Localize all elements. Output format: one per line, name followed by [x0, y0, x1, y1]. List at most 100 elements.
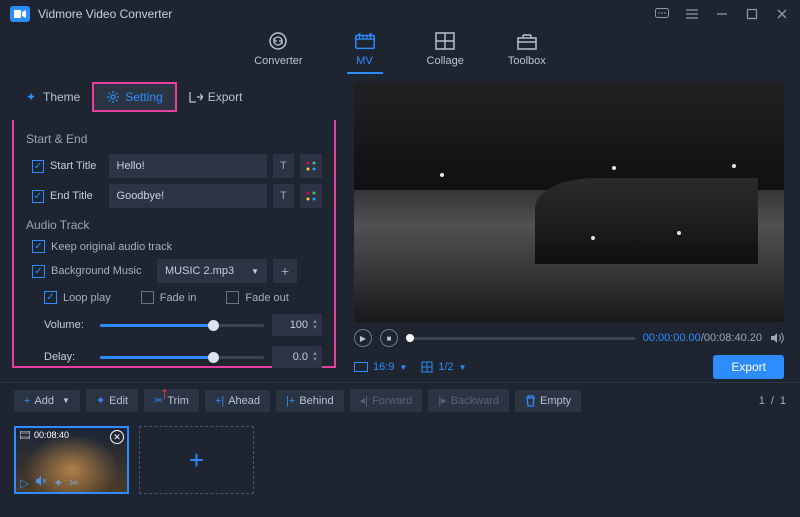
keep-original-label: Keep original audio track — [51, 241, 172, 253]
volume-icon[interactable] — [770, 332, 784, 344]
clip-toolbar: +Add▼ ✦Edit ✂Trim +|Ahead |+Behind ◂|For… — [0, 382, 800, 418]
start-title-input[interactable] — [109, 154, 267, 178]
add-music-button[interactable]: + — [273, 259, 297, 283]
timeline: 00:08:40 ✕ ▷ ✦ ✂ + — [0, 418, 800, 502]
tab-mv[interactable]: MV — [347, 30, 383, 74]
tab-converter[interactable]: Converter — [254, 30, 302, 74]
play-button[interactable]: ▶ — [354, 329, 372, 347]
clip-play-icon[interactable]: ▷ — [20, 476, 29, 490]
preview-pane: ▶ ■ 00:00:00.00/00:08:40.20 16:9▼ 1/2▼ E… — [350, 82, 800, 382]
loop-label: Loop play — [63, 292, 111, 304]
bg-music-label: Background Music — [51, 265, 151, 277]
bg-music-value: MUSIC 2.mp3 — [165, 265, 234, 277]
fadeout-checkbox[interactable] — [226, 291, 239, 304]
subtab-theme-label: Theme — [43, 90, 80, 104]
format-bar: 16:9▼ 1/2▼ Export — [354, 352, 784, 382]
tab-collage[interactable]: Collage — [427, 30, 464, 74]
page-dropdown[interactable]: 1/2▼ — [421, 361, 466, 373]
menu-icon[interactable] — [684, 6, 700, 22]
add-button[interactable]: +Add▼ — [14, 390, 80, 412]
backward-button[interactable]: |▸Backward — [428, 389, 509, 412]
tab-collage-label: Collage — [427, 55, 464, 67]
start-end-heading: Start & End — [26, 132, 322, 146]
wand-icon: ✦ — [96, 394, 105, 407]
playback-bar: ▶ ■ 00:00:00.00/00:08:40.20 — [354, 326, 784, 350]
page-value: 1/2 — [438, 361, 453, 373]
clip-effect-icon[interactable]: ✦ — [53, 476, 63, 490]
fadeout-label: Fade out — [245, 292, 288, 304]
aspect-value: 16:9 — [373, 361, 394, 373]
remove-clip-button[interactable]: ✕ — [110, 430, 124, 444]
toolbox-icon — [516, 30, 538, 52]
mv-icon — [354, 30, 376, 52]
film-icon — [20, 431, 30, 439]
converter-icon — [267, 30, 289, 52]
annotation-arrow-icon: ↑ — [160, 383, 169, 404]
pager: 1/1 — [759, 395, 786, 407]
subtab-setting-label: Setting — [125, 90, 162, 104]
tab-converter-label: Converter — [254, 55, 302, 67]
settings-panel: ✦ Theme Setting Export Start & End ✓ Sta… — [0, 82, 350, 382]
trash-icon — [525, 395, 536, 407]
ahead-button[interactable]: +|Ahead — [205, 390, 270, 412]
chevron-down-icon: ▼ — [251, 267, 259, 276]
volume-spinner[interactable]: 100▲▼ — [272, 314, 322, 336]
fadein-label: Fade in — [160, 292, 197, 304]
export-button[interactable]: Export — [713, 355, 784, 379]
volume-value: 100 — [290, 319, 308, 331]
minimize-icon[interactable] — [714, 6, 730, 22]
start-title-label: Start Title — [50, 160, 103, 172]
volume-slider[interactable] — [100, 324, 264, 327]
main-tab-row: Converter MV Collage Toolbox — [0, 28, 800, 82]
clip-thumbnail[interactable]: 00:08:40 ✕ ▷ ✦ ✂ — [14, 426, 129, 494]
bg-music-checkbox[interactable]: ✓ — [32, 265, 45, 278]
subtab-setting[interactable]: Setting — [92, 82, 176, 112]
empty-button[interactable]: Empty — [515, 390, 581, 412]
behind-button[interactable]: |+Behind — [276, 390, 344, 412]
close-icon[interactable] — [774, 6, 790, 22]
volume-label: Volume: — [44, 319, 92, 331]
feedback-icon[interactable] — [654, 6, 670, 22]
delay-spinner[interactable]: 0.0▲▼ — [272, 346, 322, 368]
keep-original-checkbox[interactable]: ✓ — [32, 240, 45, 253]
gear-icon — [106, 90, 120, 104]
stop-button[interactable]: ■ — [380, 329, 398, 347]
aspect-dropdown[interactable]: 16:9▼ — [354, 361, 407, 373]
maximize-icon[interactable] — [744, 6, 760, 22]
add-clip-button[interactable]: + — [139, 426, 254, 494]
seek-slider[interactable] — [406, 337, 635, 340]
tab-toolbox[interactable]: Toolbox — [508, 30, 546, 74]
forward-button[interactable]: ◂|Forward — [350, 389, 423, 412]
end-title-input[interactable] — [109, 184, 267, 208]
title-bar: Vidmore Video Converter — [0, 0, 800, 28]
clip-trim-icon[interactable]: ✂ — [69, 476, 79, 490]
clip-mute-icon[interactable] — [35, 476, 47, 490]
export-icon — [189, 90, 203, 104]
subtab-export-label: Export — [208, 90, 243, 104]
end-title-color-button[interactable] — [300, 184, 322, 208]
delay-slider[interactable] — [100, 356, 264, 359]
tab-toolbox-label: Toolbox — [508, 55, 546, 67]
app-name: Vidmore Video Converter — [38, 7, 172, 21]
setting-form: Start & End ✓ Start Title T ✓ End Title … — [12, 120, 336, 368]
loop-checkbox[interactable]: ✓ — [44, 291, 57, 304]
subtab-export[interactable]: Export — [177, 82, 255, 112]
bg-music-dropdown[interactable]: MUSIC 2.mp3 ▼ — [157, 259, 267, 283]
collage-icon — [434, 30, 456, 52]
fadein-checkbox[interactable] — [141, 291, 154, 304]
delay-value: 0.0 — [293, 351, 308, 363]
end-title-label: End Title — [50, 190, 103, 202]
end-title-font-button[interactable]: T — [273, 184, 295, 208]
delay-label: Delay: — [44, 351, 92, 363]
trim-button[interactable]: ✂Trim — [144, 389, 199, 412]
start-title-color-button[interactable] — [300, 154, 322, 178]
start-title-checkbox[interactable]: ✓ — [32, 160, 44, 173]
edit-button[interactable]: ✦Edit — [86, 389, 138, 412]
start-title-font-button[interactable]: T — [273, 154, 295, 178]
app-logo — [10, 6, 30, 22]
video-preview[interactable] — [354, 82, 784, 322]
audio-heading: Audio Track — [26, 218, 322, 232]
tab-mv-label: MV — [356, 55, 373, 67]
subtab-theme[interactable]: ✦ Theme — [12, 82, 92, 112]
end-title-checkbox[interactable]: ✓ — [32, 190, 44, 203]
